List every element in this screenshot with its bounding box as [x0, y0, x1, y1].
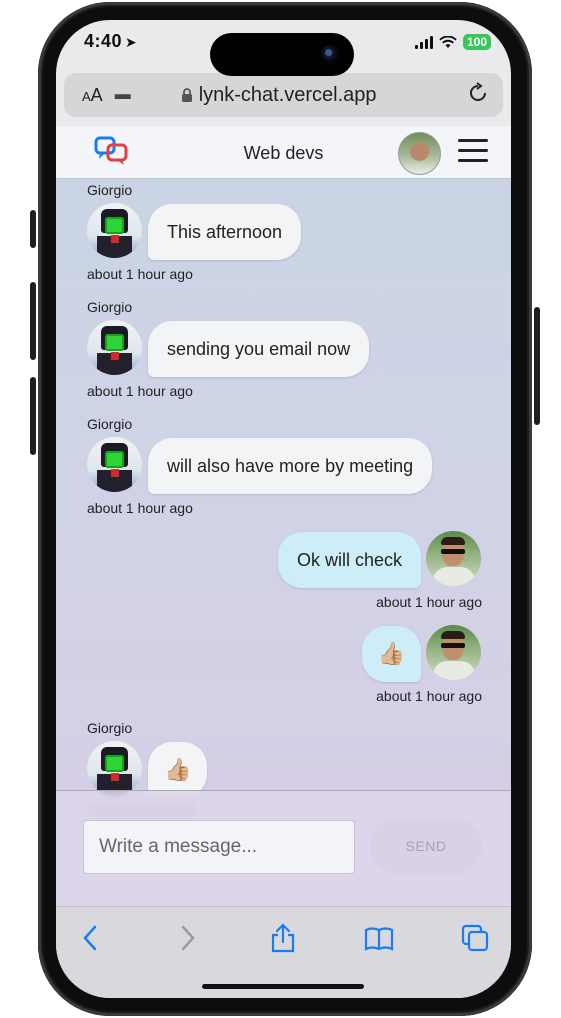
chat-page: Web devs Giorgio This afternoon about 1 … [56, 126, 511, 906]
text-size-button[interactable]: AA [82, 85, 103, 106]
profile-avatar[interactable] [398, 132, 441, 175]
message-bubble: This afternoon [148, 204, 302, 260]
extension-icon[interactable]: ▬ [115, 86, 131, 104]
screen: 4:40 ➤ 100 AA ▬ lynk-chat.vercel.app Web… [56, 20, 511, 998]
sender-avatar[interactable] [87, 203, 142, 258]
url-text: lynk-chat.vercel.app [198, 83, 377, 106]
chat-header: Web devs [56, 126, 511, 179]
message-sender: Giorgio [87, 182, 133, 198]
room-title: Web devs [243, 143, 324, 163]
volume-down-button [30, 377, 36, 455]
send-button[interactable]: SEND [370, 818, 482, 874]
power-button [534, 307, 540, 425]
url-field[interactable]: lynk-chat.vercel.app [181, 84, 377, 107]
status-time: 4:40 ➤ [84, 31, 137, 52]
sender-avatar[interactable] [87, 320, 142, 375]
browser-toolbar [56, 906, 511, 998]
signal-icon [414, 35, 433, 49]
lock-icon [181, 88, 192, 102]
status-icons: 100 [414, 34, 491, 50]
home-indicator [202, 984, 364, 989]
message-input[interactable] [83, 820, 355, 874]
camera-icon [321, 45, 340, 64]
message-time: about 1 hour ago [376, 688, 482, 704]
forward-icon[interactable] [172, 923, 202, 953]
my-avatar[interactable] [426, 531, 481, 586]
message-sender: Giorgio [87, 299, 133, 315]
my-message-bubble: Ok will check [277, 532, 421, 588]
bookmarks-icon[interactable] [364, 923, 394, 953]
message-time: about 1 hour ago [87, 500, 193, 516]
share-icon[interactable] [268, 923, 298, 953]
message-time: about 1 hour ago [376, 594, 482, 610]
message-time: about 1 hour ago [87, 383, 193, 399]
message-bubble: will also have more by meeting [148, 438, 433, 494]
location-arrow-icon: ➤ [125, 34, 138, 50]
hamburger-menu-icon[interactable] [458, 139, 488, 163]
my-message-bubble: 👍🏼 [361, 626, 421, 682]
back-icon[interactable] [76, 923, 106, 953]
wifi-icon [439, 35, 457, 48]
sender-avatar[interactable] [87, 741, 142, 796]
message-time: about 1 hour ago [87, 266, 193, 282]
clock-text: 4:40 [84, 31, 123, 51]
sender-avatar[interactable] [87, 437, 142, 492]
address-bar[interactable]: AA ▬ lynk-chat.vercel.app [64, 73, 503, 117]
reload-icon[interactable] [467, 82, 489, 104]
message-composer: SEND [56, 790, 511, 906]
battery-indicator: 100 [462, 34, 491, 50]
message-sender: Giorgio [87, 720, 133, 736]
tabs-icon[interactable] [460, 923, 490, 953]
message-bubble: sending you email now [148, 321, 370, 377]
silent-switch [30, 210, 36, 248]
dynamic-island [210, 33, 354, 76]
message-sender: Giorgio [87, 416, 133, 432]
my-avatar[interactable] [426, 625, 481, 680]
volume-up-button [30, 282, 36, 360]
